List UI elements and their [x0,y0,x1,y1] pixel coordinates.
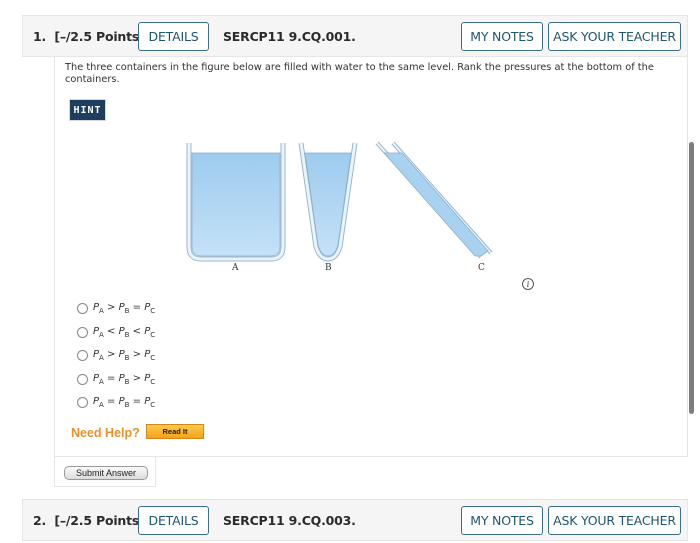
radio-button[interactable] [77,303,88,315]
read-it-button[interactable]: Read It [146,424,204,439]
label-b: B [325,263,332,273]
question-1-number: 1. [–/2.5 Points] [33,29,145,44]
label-c: C [478,263,485,273]
need-help-label: Need Help? [71,426,140,440]
question-text: The three containers in the figure below… [65,62,654,85]
question-1-body: The three containers in the figure below… [54,57,688,457]
question-code: SERCP11 9.CQ.001. [223,28,356,44]
label-a: A [232,263,239,273]
answer-options: PA > PB = PC PA < PB < PC PA > PB > PC P… [77,297,155,415]
option-text: PA > PB > PC [93,349,156,363]
container-a [186,143,286,262]
option-text: PA > PB = PC [93,302,156,316]
hint-button[interactable]: HINT [69,99,106,121]
question-number: 1. [33,28,47,44]
containers-figure: A B C [181,135,551,280]
my-notes-button[interactable]: MY NOTES [461,22,543,51]
question-points: [–/2.5 Points] [54,512,145,528]
answer-option[interactable]: PA > PB > PC [77,344,155,368]
container-c [375,141,493,259]
submit-answer-button[interactable]: Submit Answer [64,466,148,480]
option-text: PA = PB = PC [93,396,156,410]
ask-your-teacher-button[interactable]: ASK YOUR TEACHER [548,22,681,51]
radio-button[interactable] [77,350,88,362]
radio-button[interactable] [77,373,88,385]
container-b [298,142,358,262]
details-button[interactable]: DETAILS [138,22,209,51]
option-text: PA = PB > PC [93,372,156,386]
question-number: 2. [33,512,47,528]
question-points: [–/2.5 Points] [54,28,145,44]
answer-option[interactable]: PA > PB = PC [77,297,155,321]
containers-diagram [186,141,493,262]
answer-option[interactable]: PA = PB = PC [77,391,155,415]
answer-option[interactable]: PA = PB > PC [77,368,155,392]
my-notes-button[interactable]: MY NOTES [461,506,543,535]
question-code: SERCP11 9.CQ.003. [223,512,356,528]
radio-button[interactable] [77,326,88,338]
scrollbar[interactable] [689,142,694,414]
ask-your-teacher-button[interactable]: ASK YOUR TEACHER [548,506,681,535]
radio-button[interactable] [77,397,88,409]
details-button[interactable]: DETAILS [138,506,209,535]
submit-area: Submit Answer [54,457,156,487]
info-icon[interactable]: i [522,278,534,290]
question-2-number: 2. [–/2.5 Points] [33,513,145,528]
question-1-header: 1. [–/2.5 Points] DETAILS SERCP11 9.CQ.0… [22,15,688,57]
answer-option[interactable]: PA < PB < PC [77,321,155,345]
question-2-header: 2. [–/2.5 Points] DETAILS SERCP11 9.CQ.0… [22,499,688,541]
option-text: PA < PB < PC [93,325,156,339]
